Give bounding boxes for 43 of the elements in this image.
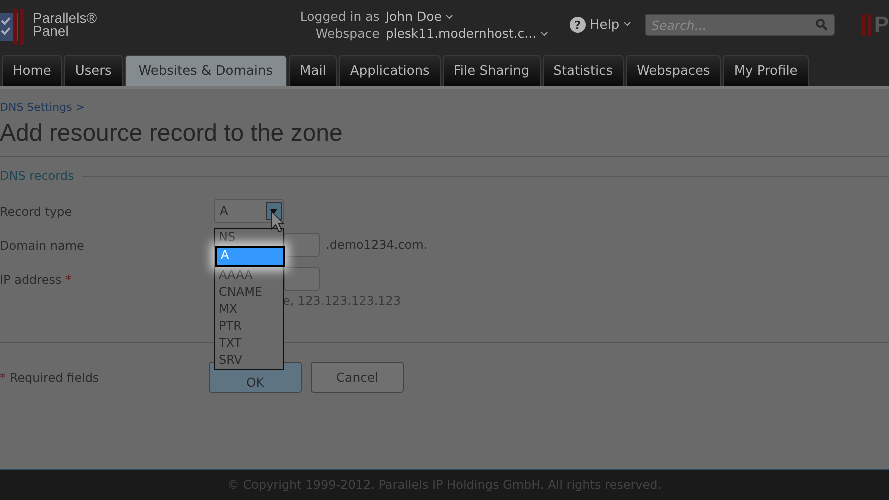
help-icon[interactable]: ? [570, 17, 586, 33]
webspace-menu[interactable]: plesk11.modernhost.c... [386, 26, 548, 41]
nav-tab[interactable]: File Sharing [442, 55, 541, 86]
nav-tab[interactable]: Websites & Domains [124, 55, 288, 86]
field-label: IP address * [0, 272, 73, 287]
dropdown-option[interactable]: AAAA [215, 267, 283, 284]
caret-icon [624, 22, 631, 28]
dropdown-option[interactable]: TXT [215, 335, 283, 352]
help-menu[interactable]: Help [590, 18, 631, 32]
login-label: Logged in as [300, 9, 380, 24]
user-menu[interactable]: John Doe [386, 9, 453, 24]
caret-icon [540, 32, 548, 38]
cursor-icon [271, 211, 285, 233]
dropdown-option[interactable]: CNAME [215, 284, 283, 301]
logo-text: Parallels® [33, 12, 98, 25]
nav-tab[interactable]: Applications [339, 55, 441, 86]
required-note: * Required fields [0, 370, 100, 384]
domain-field[interactable] [284, 233, 320, 257]
record-type-select[interactable]: A [214, 199, 284, 223]
dropdown-option[interactable]: NS [215, 229, 283, 246]
breadcrumb-link[interactable]: DNS Settings > [0, 101, 889, 114]
nav-tab[interactable]: Home [2, 55, 62, 86]
dropdown-arrow-icon [270, 208, 278, 214]
caret-icon [446, 15, 453, 20]
nav-tab[interactable]: Users [64, 55, 123, 86]
field-label: Record type [0, 204, 74, 219]
nav-tab[interactable]: Webspaces [626, 55, 722, 86]
nav-tab[interactable]: Statistics [542, 55, 624, 86]
cancel-button[interactable]: Cancel [311, 362, 404, 393]
domain-suffix: .demo1234.com. [326, 237, 428, 252]
dropdown-option[interactable]: MX [215, 301, 283, 318]
section-title: DNS records [0, 169, 74, 183]
logo-text: Panel [33, 25, 69, 38]
dropdown-option[interactable]: PTR [215, 318, 283, 335]
nav-tab[interactable]: My Profile [723, 55, 809, 86]
logo-bars-icon [862, 14, 872, 36]
nav-tab[interactable]: Mail [289, 55, 338, 86]
ip-field[interactable] [284, 267, 320, 291]
field-label: Domain name [0, 238, 86, 253]
search-icon[interactable] [816, 19, 828, 31]
webspace-label: Webspace [316, 26, 380, 41]
page-title: Add resource record to the zone [0, 120, 344, 148]
dropdown-option[interactable]: A [215, 246, 285, 267]
